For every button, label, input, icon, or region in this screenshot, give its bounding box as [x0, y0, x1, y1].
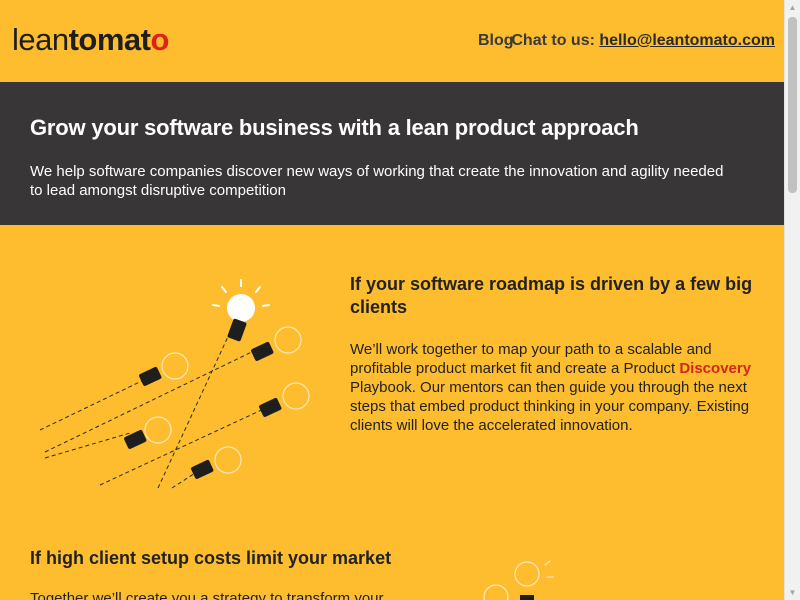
nav-chat: Chat to us: hello@leantomato.com — [511, 32, 775, 50]
unlit-bulbs — [124, 341, 282, 479]
lit-bulb — [212, 279, 270, 342]
scroll-thumb[interactable] — [788, 17, 797, 193]
logo-tomato-text: tomat — [68, 22, 151, 57]
section1-body-text: We’ll work together to map your path to … — [350, 341, 712, 377]
chat-label: Chat to us: — [511, 32, 595, 49]
hero-title: Grow your software business with a lean … — [30, 115, 639, 140]
logo-lean-text: lean — [12, 22, 69, 57]
section1-body-text-2: Playbook. Our mentors can then guide you… — [350, 379, 750, 434]
hero-banner: Grow your software business with a lean … — [0, 82, 785, 225]
logo[interactable]: leantomato — [12, 22, 169, 58]
dashed-line — [157, 327, 233, 489]
section2-body: Together we’ll create you a strategy to … — [30, 590, 384, 600]
scroll-up-arrow-icon[interactable]: ▲ — [785, 0, 800, 15]
hero-description: We help software companies discover new … — [30, 163, 724, 199]
lightbulb-illustration — [39, 279, 310, 489]
chat-email-link[interactable]: hello@leantomato.com — [599, 32, 775, 49]
dashed-line — [44, 347, 261, 453]
lightbulb-illustration-2 — [483, 560, 554, 600]
nav-blog-link[interactable]: Blog — [478, 32, 514, 50]
section2-title: If high client setup costs limit your ma… — [30, 548, 392, 568]
site-header: leantomato Blog Chat to us: hello@leanto… — [0, 0, 785, 82]
bulb-outlines — [144, 326, 310, 474]
section1-body: We’ll work together to map your path to … — [350, 340, 760, 435]
vertical-scrollbar[interactable]: ▲ ▼ — [784, 0, 800, 600]
logo-accent-o: o — [150, 22, 170, 57]
page: leantomato Blog Chat to us: hello@leanto… — [0, 0, 785, 600]
section1-title: If your software roadmap is driven by a … — [350, 274, 753, 317]
dashed-line — [99, 406, 269, 486]
section1-highlight: Discovery — [679, 360, 752, 377]
dashed-line — [39, 377, 149, 431]
scroll-down-arrow-icon[interactable]: ▼ — [785, 585, 800, 600]
